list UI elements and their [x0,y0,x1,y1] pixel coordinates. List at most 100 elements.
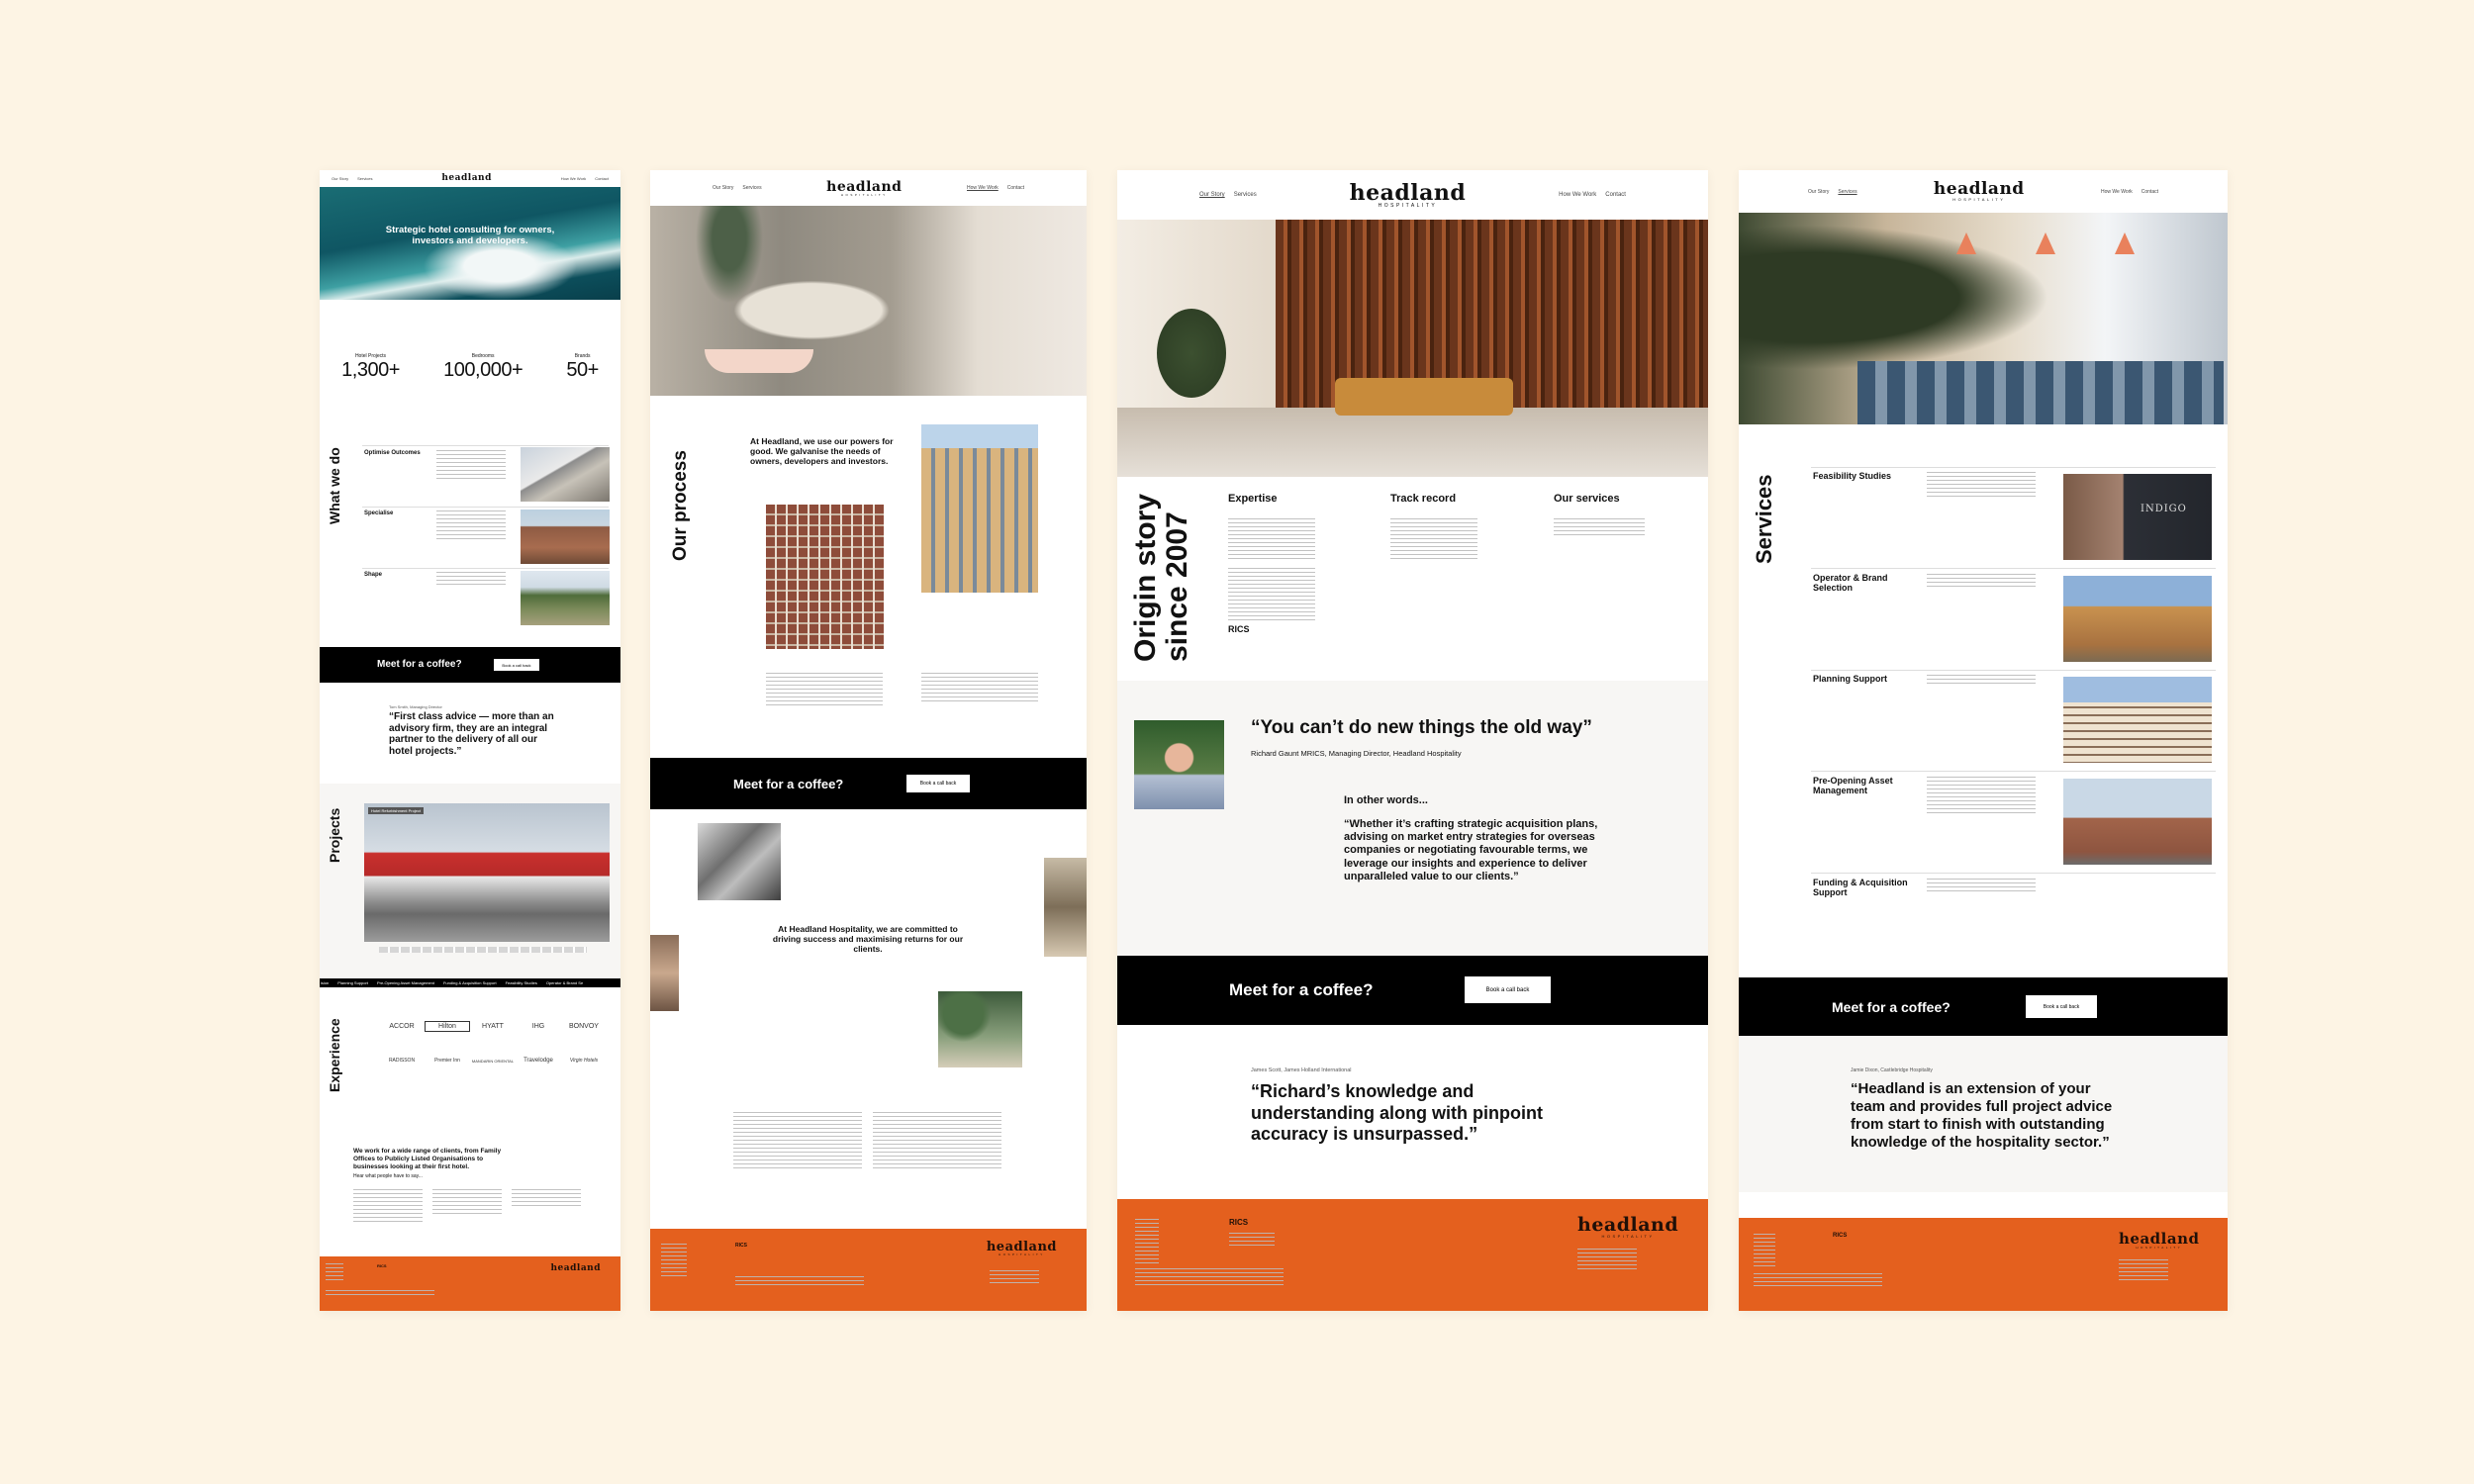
rics-badge: RICS [1229,1218,1249,1227]
nav-contact[interactable]: Contact [1605,192,1626,198]
site-logo[interactable]: headland HOSPITALITY [1350,182,1467,209]
lobby-image [1117,220,1708,477]
plant-shape [1157,309,1226,398]
cta-text: Meet for a coffee? [1229,980,1374,999]
testimonial-attribution: James Scott, James Holland International [1251,1067,1352,1073]
nav-our-story[interactable]: Our Story [1199,192,1225,198]
indigo-sign: INDIGO [2141,504,2187,514]
footer-logo: headland HOSPITALITY [2119,1230,2200,1250]
col-expertise-title: Expertise [1228,493,1278,505]
footer-logo: headland HOSPITALITY [986,1240,1057,1256]
nav-contact[interactable]: Contact [1007,185,1024,191]
experience-title: Experience [327,1018,342,1092]
premier-inn-logo: Premier Inn [434,1058,460,1064]
director-attribution: Richard Gaunt MRICS, Managing Director, … [1251,749,1462,758]
brick-building-image [521,510,610,564]
what-we-do-title: What we do [327,447,342,524]
process-intro: At Headland, we use our powers for good.… [750,436,894,467]
what-item-text [436,510,506,540]
service-pre-opening: Pre-Opening Asset Management [1813,776,1893,795]
site-logo[interactable]: headland HOSPITALITY [1934,181,2025,202]
rics-badge: RICS [1833,1233,1848,1239]
mandarin-logo: MANDARIN ORIENTAL [471,1058,515,1064]
service-funding: Funding & Acquisition Support [1813,878,1908,897]
nav-services[interactable]: Services [357,176,372,181]
accor-logo: ACCOR [389,1023,415,1030]
interior-image [650,935,679,1011]
project-tag: Hotel Refurbishment Project [368,807,425,814]
cta-text: Meet for a coffee? [1832,999,1951,1015]
pendant-lamp [1956,232,1976,254]
hilton-logo: Hilton [425,1021,470,1032]
site-header: Our Story Services headland HOSPITALITY H… [650,170,1087,206]
bathtub-shape [705,349,813,373]
hyatt-logo: HYATT [482,1023,504,1030]
col-track-record-title: Track record [1390,493,1457,505]
stat-bedrooms: Bedrooms 100,000+ [443,353,523,381]
site-logo[interactable]: headland [441,174,491,183]
nav-our-story[interactable]: Our Story [713,185,733,191]
site-header: Our Story Services headland HOSPITALITY H… [1739,170,2228,213]
virgin-logo: Virgin Hotels [569,1058,599,1064]
service-operator-brand: Operator & Brand Selection [1813,573,1888,593]
book-call-button[interactable]: Book a call back [2026,995,2097,1018]
what-item-text [436,450,506,480]
radisson-logo: RADISSON [388,1058,416,1064]
footer-logo: headland HOSPITALITY [1577,1214,1679,1239]
hotel-indigo-image: INDIGO [2063,474,2212,560]
what-item-shape: Shape [364,572,383,578]
site-header: Our Story Services headland HOSPITALITY H… [1117,170,1708,220]
bathroom-image [650,206,1087,396]
book-call-button[interactable]: Book a call back [1465,976,1551,1003]
cta-text: Meet for a coffee? [733,777,844,791]
site-footer: RICS headland [320,1256,620,1311]
book-call-button[interactable]: Book a call back [494,659,539,671]
pendant-lamp [2036,232,2055,254]
cta-banner: Meet for a coffee? Book a call back [1739,977,2228,1036]
nav-services[interactable]: Services [1838,189,1856,195]
nav-how-we-work[interactable]: How We Work [1559,192,1596,198]
what-item-specialise: Specialise [364,510,394,516]
mission-quote: “Whether it’s crafting strategic acquisi… [1344,818,1598,882]
homepage-mockup: Our Story Services headland How We Work … [320,170,620,1311]
brick-facade-image [766,505,884,649]
stat-hotel-projects: Hotel Projects 1,300+ [341,353,400,381]
restaurant-image [1739,213,2228,424]
nav-our-story[interactable]: Our Story [332,176,348,181]
footer-logo: headland [550,1263,601,1273]
cta-banner: Meet for a coffee? Book a call back [320,647,620,683]
nav-how-we-work[interactable]: How We Work [967,185,999,191]
service-feasibility: Feasibility Studies [1813,471,1892,481]
clients-text: We work for a wide range of clients, fro… [353,1148,502,1170]
director-quote: “You can’t do new things the old way” [1251,717,1592,738]
commitment-text: At Headland Hospitality, we are committe… [772,924,964,955]
stat-brands: Brands 50+ [566,353,599,381]
what-item-text [436,572,506,588]
stats-row: Hotel Projects 1,300+ Bedrooms 100,000+ Br… [320,353,620,382]
what-item-optimise: Optimise Outcomes [364,450,421,456]
project-thumbnails[interactable] [379,947,587,953]
cta-banner: Meet for a coffee? Book a call back [650,758,1087,809]
rics-badge: RICS [735,1243,747,1249]
travelodge-logo: Travelodge [523,1058,553,1064]
site-logo[interactable]: headland HOSPITALITY [826,180,902,197]
nav-contact[interactable]: Contact [2141,189,2158,195]
our-story-mockup: Our Story Services headland HOSPITALITY H… [1117,170,1708,1311]
nav-how-we-work[interactable]: How We Work [2101,189,2133,195]
project-hotel-image[interactable]: Hotel Refurbishment Project [364,803,610,942]
nav-how-we-work[interactable]: How We Work [561,176,586,181]
plants-image [938,991,1022,1067]
projects-title: Projects [327,807,342,863]
book-call-button[interactable]: Book a call back [906,775,970,792]
brand-logos: ACCOR Hilton HYATT IHG BONVOY RADISSON P… [379,1021,607,1064]
nav-services[interactable]: Services [1234,192,1257,198]
our-process-title: Our process [670,450,691,561]
site-footer: RICS headland HOSPITALITY [650,1229,1087,1311]
nav-our-story[interactable]: Our Story [1808,189,1829,195]
garden-building-image [521,571,610,625]
ocean-hero-image: Strategic hotel consulting for owners, i… [320,187,620,300]
nav-services[interactable]: Services [742,185,761,191]
testimonial-attribution: Jamie Dixon, Castlebridge Hospitality [1851,1067,1933,1073]
rics-badge: RICS [1228,624,1250,634]
nav-contact[interactable]: Contact [595,176,609,181]
